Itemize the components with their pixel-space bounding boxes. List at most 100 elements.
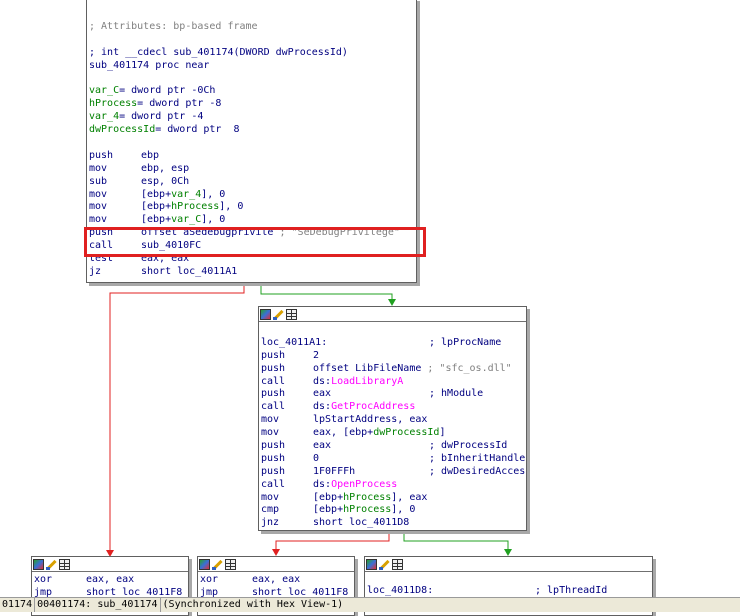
operand-token[interactable]: ebp, esp xyxy=(141,163,189,174)
code-comment[interactable]: ; hModule xyxy=(429,388,483,401)
operand-token[interactable]: 1F0FFFh xyxy=(313,466,355,477)
operand-token[interactable]: dwProcessId xyxy=(373,427,439,438)
operand-token[interactable]: [ebp+ xyxy=(141,214,171,225)
stack-var-name[interactable]: hProcess xyxy=(89,98,137,111)
code-line[interactable]: xor eax, eax xyxy=(34,574,188,587)
code-line[interactable] xyxy=(89,137,416,150)
mnemonic[interactable]: xor xyxy=(200,574,218,587)
operand-token[interactable]: [ebp+ xyxy=(313,504,343,515)
code-line[interactable] xyxy=(261,324,526,337)
operand-token[interactable]: short loc_4011D8 xyxy=(313,517,409,528)
code-line[interactable]: hProcess = dword ptr -8 xyxy=(89,98,416,111)
mnemonic[interactable]: push xyxy=(261,350,285,363)
mnemonic[interactable]: mov xyxy=(89,214,107,227)
graph-icon[interactable] xyxy=(33,558,44,570)
stack-var-def[interactable]: = dword ptr -4 xyxy=(119,111,203,124)
operand-token[interactable]: ], 0 xyxy=(201,214,225,225)
operand-token[interactable]: ], 0 xyxy=(219,201,243,212)
code-comment[interactable]: ; dwDesiredAccess xyxy=(429,466,526,479)
code-comment[interactable]: ; lpThreadId xyxy=(535,585,607,598)
mnemonic[interactable]: mov xyxy=(261,414,279,427)
operand[interactable]: ds:LoadLibraryA xyxy=(313,376,403,389)
operand-token[interactable]: [ebp+ xyxy=(141,189,171,200)
code-line[interactable]: mov [ebp+hProcess], 0 xyxy=(89,201,416,214)
code-line[interactable] xyxy=(89,73,416,86)
operand-token[interactable]: hProcess xyxy=(343,504,391,515)
grid-icon[interactable] xyxy=(225,558,236,570)
code-label[interactable]: loc_4011D8: xyxy=(367,585,433,598)
operand[interactable]: 1F0FFFh xyxy=(313,466,355,479)
operand[interactable]: ebp, esp xyxy=(141,163,189,176)
code-line[interactable]: mov ebp, esp xyxy=(89,163,416,176)
grid-icon[interactable] xyxy=(286,308,297,320)
stack-var-name[interactable]: var_C xyxy=(89,85,119,98)
mnemonic[interactable]: jz xyxy=(89,266,101,279)
operand[interactable]: ds:OpenProcess xyxy=(313,479,397,492)
operand[interactable]: [ebp+hProcess], 0 xyxy=(313,504,415,517)
operand-token[interactable]: eax xyxy=(313,388,331,399)
operand-token[interactable]: var_4 xyxy=(171,189,201,200)
operand-token[interactable]: eax, eax xyxy=(86,574,134,585)
operand-token[interactable]: esp, 0Ch xyxy=(141,176,189,187)
operand-token[interactable]: 0 xyxy=(313,453,319,464)
operand-token[interactable]: ] xyxy=(439,427,445,438)
code-line[interactable]: push 0 ; bInheritHandle xyxy=(261,453,526,466)
code-line[interactable]: push ebp xyxy=(89,150,416,163)
code-text[interactable]: sub_401174 proc near xyxy=(89,60,209,73)
graph-icon[interactable] xyxy=(366,558,377,570)
code-line[interactable] xyxy=(89,34,416,47)
operand[interactable]: eax, [ebp+dwProcessId] xyxy=(313,427,445,440)
mnemonic[interactable]: mov xyxy=(89,163,107,176)
stack-var-def[interactable]: = dword ptr -0Ch xyxy=(119,85,215,98)
mnemonic[interactable]: call xyxy=(261,401,285,414)
operand-token[interactable]: [ebp+ xyxy=(141,201,171,212)
code-line[interactable]: mov [ebp+hProcess], eax xyxy=(261,492,526,505)
mnemonic[interactable]: call xyxy=(261,376,285,389)
mnemonic[interactable]: push xyxy=(261,440,285,453)
operand[interactable]: eax xyxy=(313,440,331,453)
grid-icon[interactable] xyxy=(59,558,70,570)
mnemonic[interactable]: push xyxy=(261,453,285,466)
code-line[interactable]: xor eax, eax xyxy=(200,574,354,587)
code-line[interactable]: mov lpStartAddress, eax xyxy=(261,414,526,427)
operand-token[interactable]: ds: xyxy=(313,401,331,412)
code-line[interactable]: ; Attributes: bp-based frame xyxy=(89,21,416,34)
code-line[interactable]: var_4 = dword ptr -4 xyxy=(89,111,416,124)
operand[interactable]: [ebp+hProcess], 0 xyxy=(141,201,243,214)
mnemonic[interactable]: jnz xyxy=(261,517,279,530)
code-label[interactable]: loc_4011A1: xyxy=(261,337,327,350)
operand[interactable]: [ebp+var_C], 0 xyxy=(141,214,225,227)
code-line[interactable]: var_C = dword ptr -0Ch xyxy=(89,85,416,98)
code-line[interactable] xyxy=(367,572,652,585)
stack-var-def[interactable]: = dword ptr -8 xyxy=(137,98,221,111)
operand-token[interactable]: offset LibFileName xyxy=(313,363,427,374)
operand-token[interactable]: hProcess xyxy=(171,201,219,212)
graph-icon[interactable] xyxy=(199,558,210,570)
operand[interactable]: eax xyxy=(313,388,331,401)
mnemonic[interactable]: push xyxy=(261,363,285,376)
code-block-loc_4011A1[interactable]: loc_4011A1: ; lpProcName push 2 push offset L… xyxy=(258,306,527,531)
code-line[interactable]: push eax ; dwProcessId xyxy=(261,440,526,453)
code-comment[interactable]: ; bInheritHandle xyxy=(429,453,525,466)
code-comment[interactable]: ; lpProcName xyxy=(429,337,501,350)
mnemonic[interactable]: mov xyxy=(89,189,107,202)
stack-var-name[interactable]: var_4 xyxy=(89,111,119,124)
operand-token[interactable]: ds: xyxy=(313,479,331,490)
code-line[interactable]: mov [ebp+var_C], 0 xyxy=(89,214,416,227)
code-line[interactable]: push offset LibFileName ; "sfc_os.dll" xyxy=(261,363,526,376)
code-line[interactable]: call ds:OpenProcess xyxy=(261,479,526,492)
operand[interactable]: eax, eax xyxy=(252,574,300,587)
code-line[interactable]: push 1F0FFFh ; dwDesiredAccess xyxy=(261,466,526,479)
mnemonic[interactable]: xor xyxy=(34,574,52,587)
operand-token[interactable]: OpenProcess xyxy=(331,479,397,490)
mnemonic[interactable]: push xyxy=(261,388,285,401)
rename-icon[interactable] xyxy=(212,559,223,570)
mnemonic[interactable]: call xyxy=(261,479,285,492)
code-line[interactable]: sub_401174 proc near xyxy=(89,60,416,73)
code-line[interactable]: sub esp, 0Ch xyxy=(89,176,416,189)
rename-icon[interactable] xyxy=(46,559,57,570)
rename-icon[interactable] xyxy=(379,559,390,570)
mnemonic[interactable]: mov xyxy=(89,201,107,214)
operand-token[interactable]: ebp xyxy=(141,150,159,161)
operand-token[interactable]: ], eax xyxy=(391,492,427,503)
